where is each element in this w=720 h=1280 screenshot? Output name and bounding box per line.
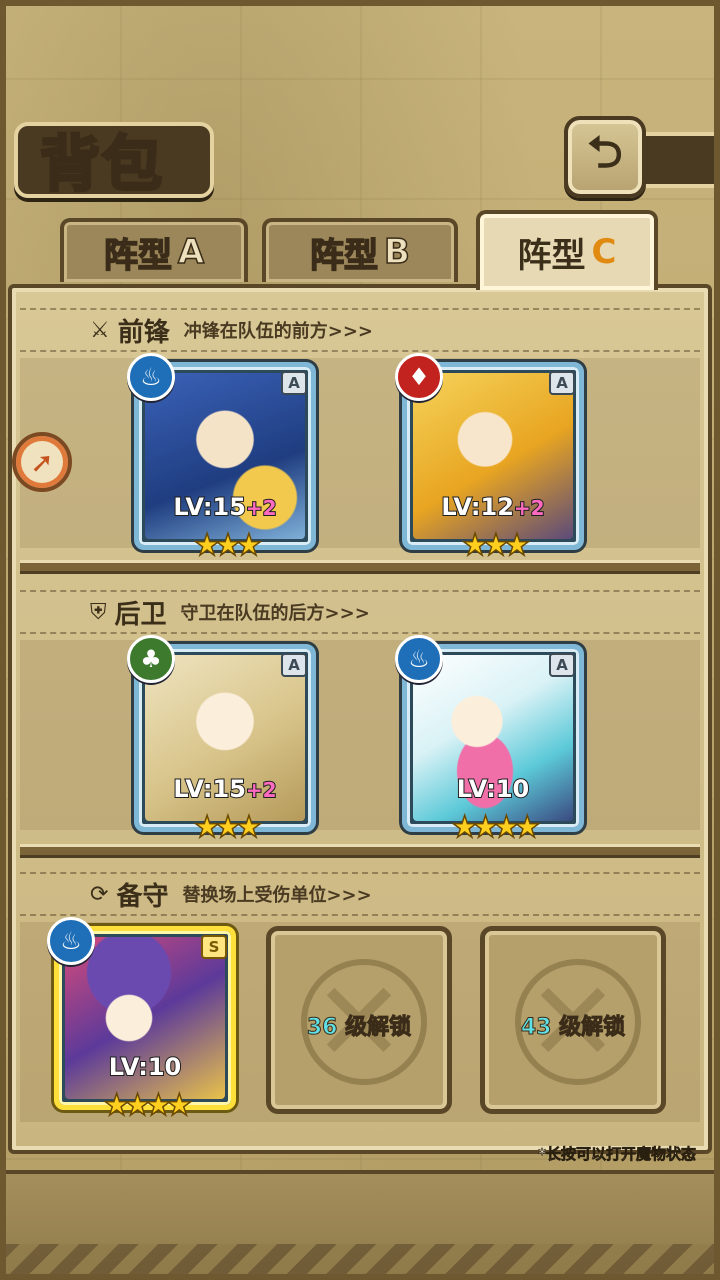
back-button[interactable]: ⮌ <box>564 116 646 198</box>
monster-card[interactable]: ♦ A LV:12+2 ★★★ <box>395 353 584 564</box>
tab-label: 阵型 <box>309 235 379 277</box>
rank-badge: A <box>549 371 575 395</box>
water-element-icon: ♨ <box>47 917 95 965</box>
monster-card[interactable]: ♨ A LV:15+2 ★★★ <box>127 353 316 564</box>
level-label: LV:10 <box>456 774 530 804</box>
level-label: LV:12+2 <box>440 492 545 522</box>
rank-badge: S <box>201 935 227 959</box>
star-rating: ★★★★ <box>450 809 541 846</box>
star-rating: ★★★ <box>461 527 531 564</box>
level-label: LV:15+2 <box>172 492 277 522</box>
section-desc: 守卫在队伍的后方>>> <box>180 603 370 624</box>
page-title: 背包 <box>39 129 164 202</box>
back-arrow-icon: ⮌ <box>587 126 623 178</box>
monster-card[interactable]: ♣ A LV:15+2 ★★★ <box>127 635 316 846</box>
front-row <box>20 358 700 548</box>
unlock-level-label: 36 级解锁 <box>306 1015 412 1041</box>
locked-slot[interactable]: ✕ 36 级解锁 <box>266 926 452 1114</box>
monster-card[interactable]: ♨ S LV:10 ★★★★ <box>47 917 236 1124</box>
star-rating: ★★★★ <box>102 1087 193 1124</box>
monster-card[interactable]: ♨ A LV:10 ★★★★ <box>395 635 584 846</box>
back-rail <box>642 132 720 188</box>
tab-formation-b[interactable]: 阵型 B <box>262 218 458 282</box>
level-label: LV:15+2 <box>172 774 277 804</box>
section-desc: 替换场上受伤单位>>> <box>182 885 372 906</box>
hint-text: *长按可以打开魔物状态 <box>538 1145 696 1164</box>
star-rating: ★★★ <box>193 809 263 846</box>
tab-formation-c[interactable]: 阵型 C <box>476 210 658 290</box>
arrow-icon: ➚ <box>30 445 54 479</box>
tab-suffix: B <box>383 231 410 273</box>
section-reserve: ⟳ 备守 替换场上受伤单位>>> <box>20 872 700 916</box>
swap-icon: ⟳ <box>90 881 109 907</box>
section-front: ⚔ 前锋 冲锋在队伍的前方>>> <box>20 308 700 352</box>
water-element-icon: ♨ <box>395 635 443 683</box>
fire-element-icon: ♦ <box>395 353 443 401</box>
tab-suffix: A <box>177 231 205 273</box>
section-desc: 冲锋在队伍的前方>>> <box>183 321 373 342</box>
water-element-icon: ♨ <box>127 353 175 401</box>
shield-icon: ⛨ <box>90 599 107 625</box>
rank-badge: A <box>281 371 307 395</box>
tab-formation-a[interactable]: 阵型 A <box>60 218 248 282</box>
section-title: 前锋 <box>117 317 170 348</box>
tab-suffix: C <box>591 232 617 272</box>
bottom-border <box>0 1170 720 1280</box>
side-arrow-button[interactable]: ➚ <box>12 432 72 492</box>
wood-element-icon: ♣ <box>127 635 175 683</box>
rank-badge: A <box>281 653 307 677</box>
unlock-level-label: 43 级解锁 <box>520 1015 626 1041</box>
row-divider <box>20 560 700 574</box>
back-row <box>20 640 700 830</box>
tab-label: 阵型 <box>517 235 586 276</box>
rank-badge: A <box>549 653 575 677</box>
locked-slot[interactable]: ✕ 43 级解锁 <box>480 926 666 1114</box>
section-back: ⛨ 后卫 守卫在队伍的后方>>> <box>20 590 700 634</box>
star-rating: ★★★ <box>193 527 263 564</box>
section-title: 备守 <box>116 881 169 912</box>
section-title: 后卫 <box>114 599 167 630</box>
row-divider <box>20 844 700 858</box>
sword-icon: ⚔ <box>90 317 110 343</box>
tab-label: 阵型 <box>103 235 173 277</box>
level-label: LV:10 <box>108 1052 182 1082</box>
